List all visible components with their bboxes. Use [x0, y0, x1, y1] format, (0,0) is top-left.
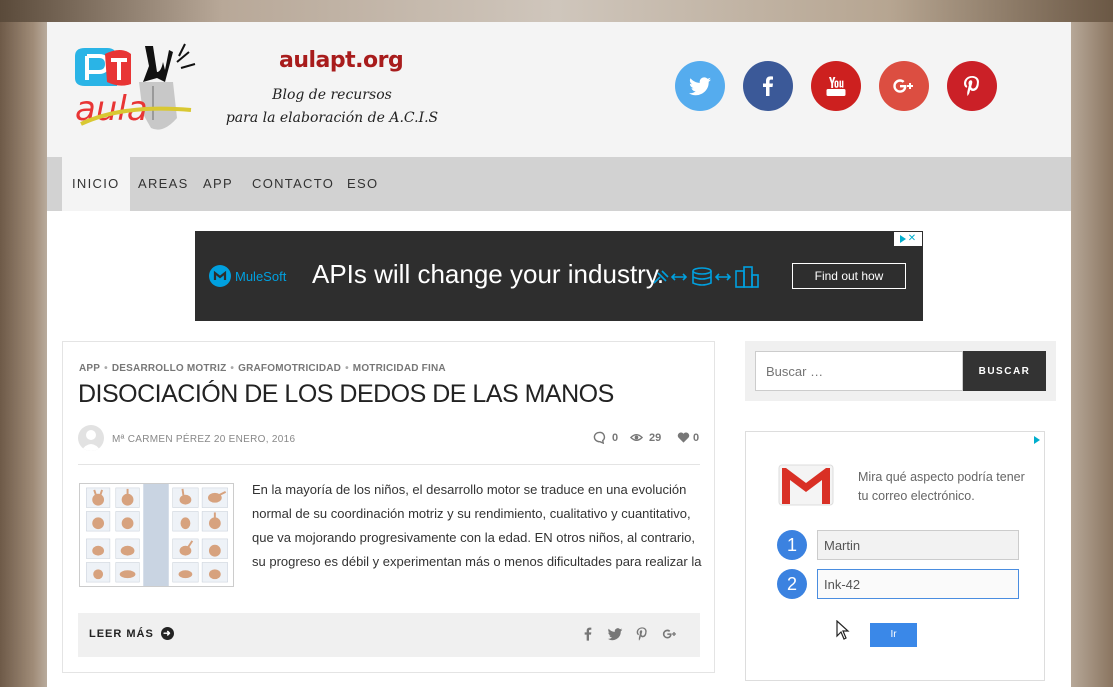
page-background	[0, 0, 1113, 22]
facebook-icon	[763, 76, 773, 96]
api-connector-icon	[653, 266, 759, 288]
adchoices-icon[interactable]: ✕	[894, 232, 922, 246]
category-link[interactable]: DESARROLLO MOTRIZ	[112, 363, 227, 374]
search-button[interactable]: BUSCAR	[963, 351, 1046, 391]
facebook-button[interactable]	[743, 61, 793, 111]
site-description: Blog de recursos para la elaboración de …	[207, 84, 457, 130]
step-2-badge: 2	[777, 569, 807, 599]
pinterest-button[interactable]	[947, 61, 997, 111]
adchoices-icon[interactable]	[1030, 433, 1044, 447]
facebook-icon	[584, 627, 592, 641]
post-excerpt: En la mayoría de los niños, el desarroll…	[252, 482, 702, 569]
views-count: 29	[630, 431, 661, 444]
read-more-label: LEER MÁS	[89, 627, 154, 640]
name-field[interactable]: Martin	[817, 530, 1019, 560]
main-nav: INICIO AREAS APP CONTACTO ESO	[47, 157, 1071, 211]
nav-item-app[interactable]: APP	[193, 157, 243, 211]
ad-headline: APIs will change your industry.	[312, 259, 665, 289]
youtube-button[interactable]	[811, 61, 861, 111]
google-plus-button[interactable]	[879, 61, 929, 111]
ad-brand: MuleSoft	[235, 268, 287, 284]
site-logo[interactable]: aula	[73, 42, 198, 132]
mouse-cursor-icon	[836, 620, 850, 640]
site-header: aula aulapt.org Blog de recursos para la…	[47, 22, 1071, 157]
search-input[interactable]	[755, 351, 963, 391]
go-button[interactable]: Ir	[870, 623, 917, 647]
category-link[interactable]: MOTRICIDAD FINA	[353, 363, 446, 374]
nav-item-areas[interactable]: AREAS	[128, 157, 199, 211]
search-widget: BUSCAR	[745, 341, 1056, 401]
twitter-icon	[607, 628, 623, 641]
read-more-link[interactable]: LEER MÁS ➜	[89, 627, 174, 640]
twitter-icon	[689, 77, 711, 96]
views-value: 29	[649, 431, 662, 444]
comment-icon	[593, 431, 606, 444]
category-link[interactable]: GRAFOMOTRICIDAD	[238, 363, 341, 374]
pinterest-icon	[636, 627, 647, 641]
post-categories: APP • DESARROLLO MOTRIZ • GRAFOMOTRICIDAD • MO…	[79, 363, 446, 374]
google-plus-icon	[662, 629, 676, 639]
site-description-line-2: para la elaboración de A.C.I.S	[225, 110, 439, 126]
step-1-badge: 1	[777, 530, 807, 560]
youtube-icon	[826, 77, 846, 96]
nav-item-eso[interactable]: ESO	[337, 157, 388, 211]
nav-item-inicio[interactable]: INICIO	[62, 157, 130, 211]
share-pinterest-button[interactable]	[634, 626, 652, 644]
likes-value: 0	[693, 431, 700, 444]
post-card: APP • DESARROLLO MOTRIZ • GRAFOMOTRICIDAD • MO…	[62, 341, 715, 673]
mulesoft-logo: MuleSoft	[209, 265, 286, 287]
share-google-plus-button[interactable]	[662, 626, 680, 644]
post-footer: LEER MÁS ➜	[78, 613, 700, 657]
ad-cta-button[interactable]: Find out how	[792, 263, 906, 289]
share-twitter-button[interactable]	[607, 626, 625, 644]
arrow-right-icon: ➜	[160, 627, 174, 640]
site-description-line-1: Blog de recursos	[272, 87, 392, 103]
post-author[interactable]: Mª CARMEN PÉREZ	[112, 434, 211, 445]
mulesoft-logo-icon	[209, 265, 231, 287]
share-facebook-button[interactable]	[580, 626, 598, 644]
heart-icon	[677, 432, 690, 443]
pinterest-icon	[964, 76, 979, 96]
likes-count[interactable]: 0	[677, 431, 699, 444]
top-ad-banner[interactable]: MuleSoft APIs will change your industry.…	[195, 231, 923, 321]
comments-value: 0	[612, 431, 619, 444]
post-meta: Mª CARMEN PÉREZ 20 ENERO, 2016 0 29 0	[78, 425, 700, 465]
page-container: aula aulapt.org Blog de recursos para la…	[47, 22, 1071, 687]
twitter-button[interactable]	[675, 61, 725, 111]
post-thumbnail[interactable]	[79, 483, 234, 587]
post-byline: Mª CARMEN PÉREZ 20 ENERO, 2016	[112, 434, 295, 445]
post-date: 20 ENERO, 2016	[213, 434, 296, 445]
eye-icon	[630, 434, 643, 441]
author-avatar	[78, 425, 104, 451]
side-ad-text: Mira qué aspecto podría tener tu correo …	[858, 470, 1025, 503]
category-separator: •	[104, 363, 108, 374]
gmail-logo	[778, 464, 834, 506]
nav-item-contacto[interactable]: CONTACTO	[242, 157, 344, 211]
category-link[interactable]: APP	[79, 363, 100, 374]
email-field[interactable]: Ink-42	[817, 569, 1019, 599]
category-separator: •	[230, 363, 235, 374]
comments-count[interactable]: 0	[593, 431, 618, 444]
side-ad[interactable]: Mira qué aspecto podría tener tu correo …	[745, 431, 1045, 681]
post-title[interactable]: DISOCIACIÓN DE LOS DEDOS DE LAS MANOS	[78, 380, 614, 409]
category-separator: •	[345, 363, 349, 374]
site-title[interactable]: aulapt.org	[279, 48, 404, 73]
google-plus-icon	[893, 79, 913, 93]
